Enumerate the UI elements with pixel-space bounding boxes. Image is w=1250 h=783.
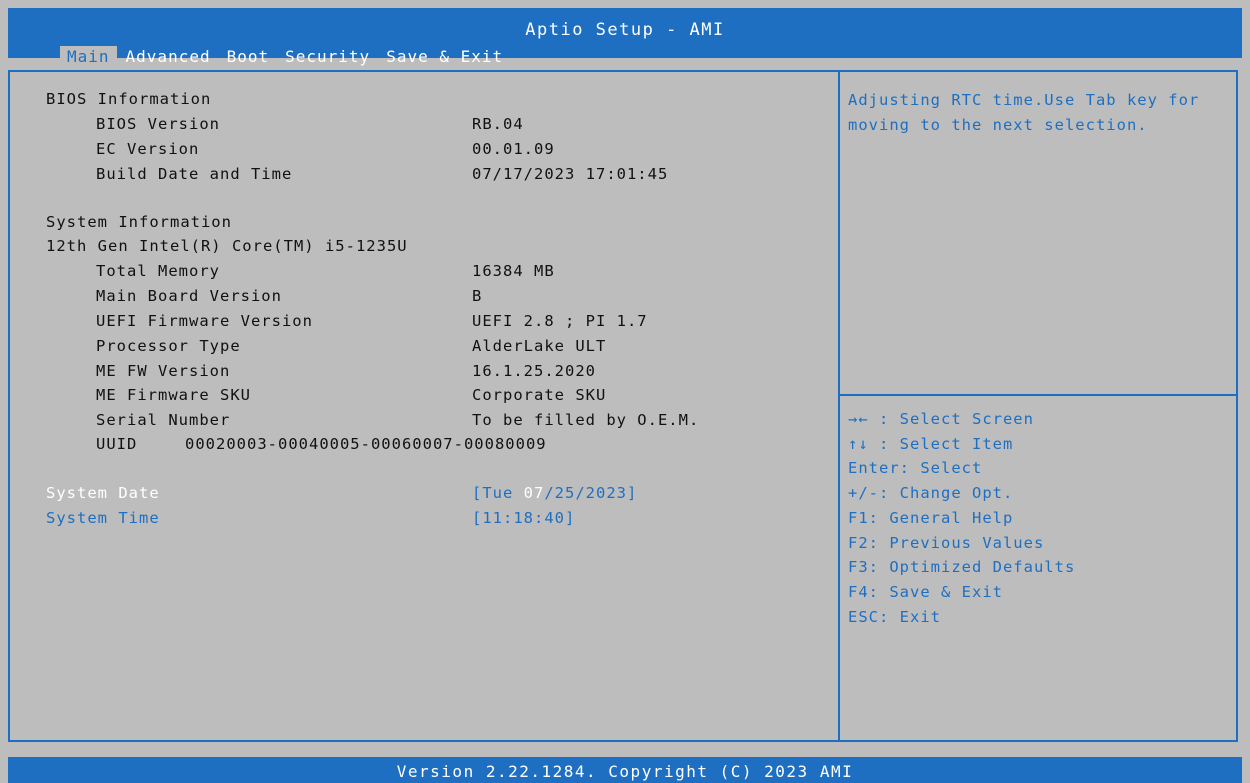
key-enter-select: Enter: Select xyxy=(848,459,983,478)
system-time-field[interactable]: [11:18:40] xyxy=(472,509,575,527)
processor-type-label: Processor Type xyxy=(96,337,241,355)
uuid-label: UUID xyxy=(96,435,138,453)
serial-number-label: Serial Number xyxy=(96,411,231,429)
key-select-item: ↑↓ : Select Item xyxy=(848,434,1014,453)
tab-advanced[interactable]: Advanced xyxy=(119,46,218,68)
app-title: Aptio Setup - AMI xyxy=(525,20,725,40)
tab-save-exit[interactable]: Save & Exit xyxy=(379,46,510,68)
system-date-month[interactable]: 07 xyxy=(524,484,545,502)
total-memory-label: Total Memory xyxy=(96,262,220,280)
bios-info-heading: BIOS Information xyxy=(46,90,212,108)
build-date-label: Build Date and Time xyxy=(96,165,293,183)
bios-setup-screen: Aptio Setup - AMI Main Advanced Boot Sec… xyxy=(0,0,1250,783)
processor-type-value: AlderLake ULT xyxy=(472,337,607,355)
ec-version-label: EC Version xyxy=(96,140,200,158)
bios-version-label: BIOS Version xyxy=(96,115,220,133)
header-bar: Aptio Setup - AMI Main Advanced Boot Sec… xyxy=(8,8,1242,68)
tab-security[interactable]: Security xyxy=(278,46,377,68)
ec-version-value: 00.01.09 xyxy=(472,140,555,158)
bios-version-value: RB.04 xyxy=(472,115,524,133)
tab-bar: Main Advanced Boot Security Save & Exit xyxy=(60,46,512,68)
tab-main[interactable]: Main xyxy=(60,46,117,68)
serial-number-value: To be filled by O.E.M. xyxy=(472,411,700,429)
system-date-label[interactable]: System Date xyxy=(46,484,160,502)
system-date-prefix: [Tue xyxy=(472,484,524,502)
uefi-fw-value: UEFI 2.8 ; PI 1.7 xyxy=(472,312,648,330)
help-divider xyxy=(840,394,1238,396)
key-legend: →← : Select Screen ↑↓ : Select Item Ente… xyxy=(848,407,1075,629)
main-board-label: Main Board Version xyxy=(96,287,282,305)
uuid-value: 00020003-00040005-00060007-00080009 xyxy=(185,435,547,453)
main-panel: BIOS Information BIOS Version RB.04 EC V… xyxy=(8,70,1238,742)
uefi-fw-label: UEFI Firmware Version xyxy=(96,312,313,330)
system-date-field[interactable]: [Tue 07/25/2023] xyxy=(472,484,637,502)
me-fw-version-label: ME FW Version xyxy=(96,362,231,380)
key-previous-values: F2: Previous Values xyxy=(848,533,1045,552)
total-memory-value: 16384 MB xyxy=(472,262,555,280)
system-date-suffix: /25/2023] xyxy=(544,484,638,502)
system-info-heading: System Information xyxy=(46,213,232,231)
key-change-opt: +/-: Change Opt. xyxy=(848,484,1014,503)
key-esc-exit: ESC: Exit xyxy=(848,607,941,626)
key-optimized-defaults: F3: Optimized Defaults xyxy=(848,558,1076,577)
main-board-value: B xyxy=(472,287,483,305)
footer-version: Version 2.22.1284. Copyright (C) 2023 AM… xyxy=(8,757,1242,783)
me-fw-sku-value: Corporate SKU xyxy=(472,386,607,404)
help-text: Adjusting RTC time.Use Tab key for movin… xyxy=(848,91,1200,134)
tab-boot[interactable]: Boot xyxy=(220,46,277,68)
me-fw-version-value: 16.1.25.2020 xyxy=(472,362,596,380)
key-save-exit: F4: Save & Exit xyxy=(848,582,1003,601)
key-general-help: F1: General Help xyxy=(848,508,1014,527)
me-fw-sku-label: ME Firmware SKU xyxy=(96,386,251,404)
build-date-value: 07/17/2023 17:01:45 xyxy=(472,165,669,183)
system-time-label[interactable]: System Time xyxy=(46,509,160,527)
key-select-screen: →← : Select Screen xyxy=(848,410,1034,428)
vertical-divider xyxy=(838,72,840,740)
cpu-name: 12th Gen Intel(R) Core(TM) i5-1235U xyxy=(46,237,408,255)
